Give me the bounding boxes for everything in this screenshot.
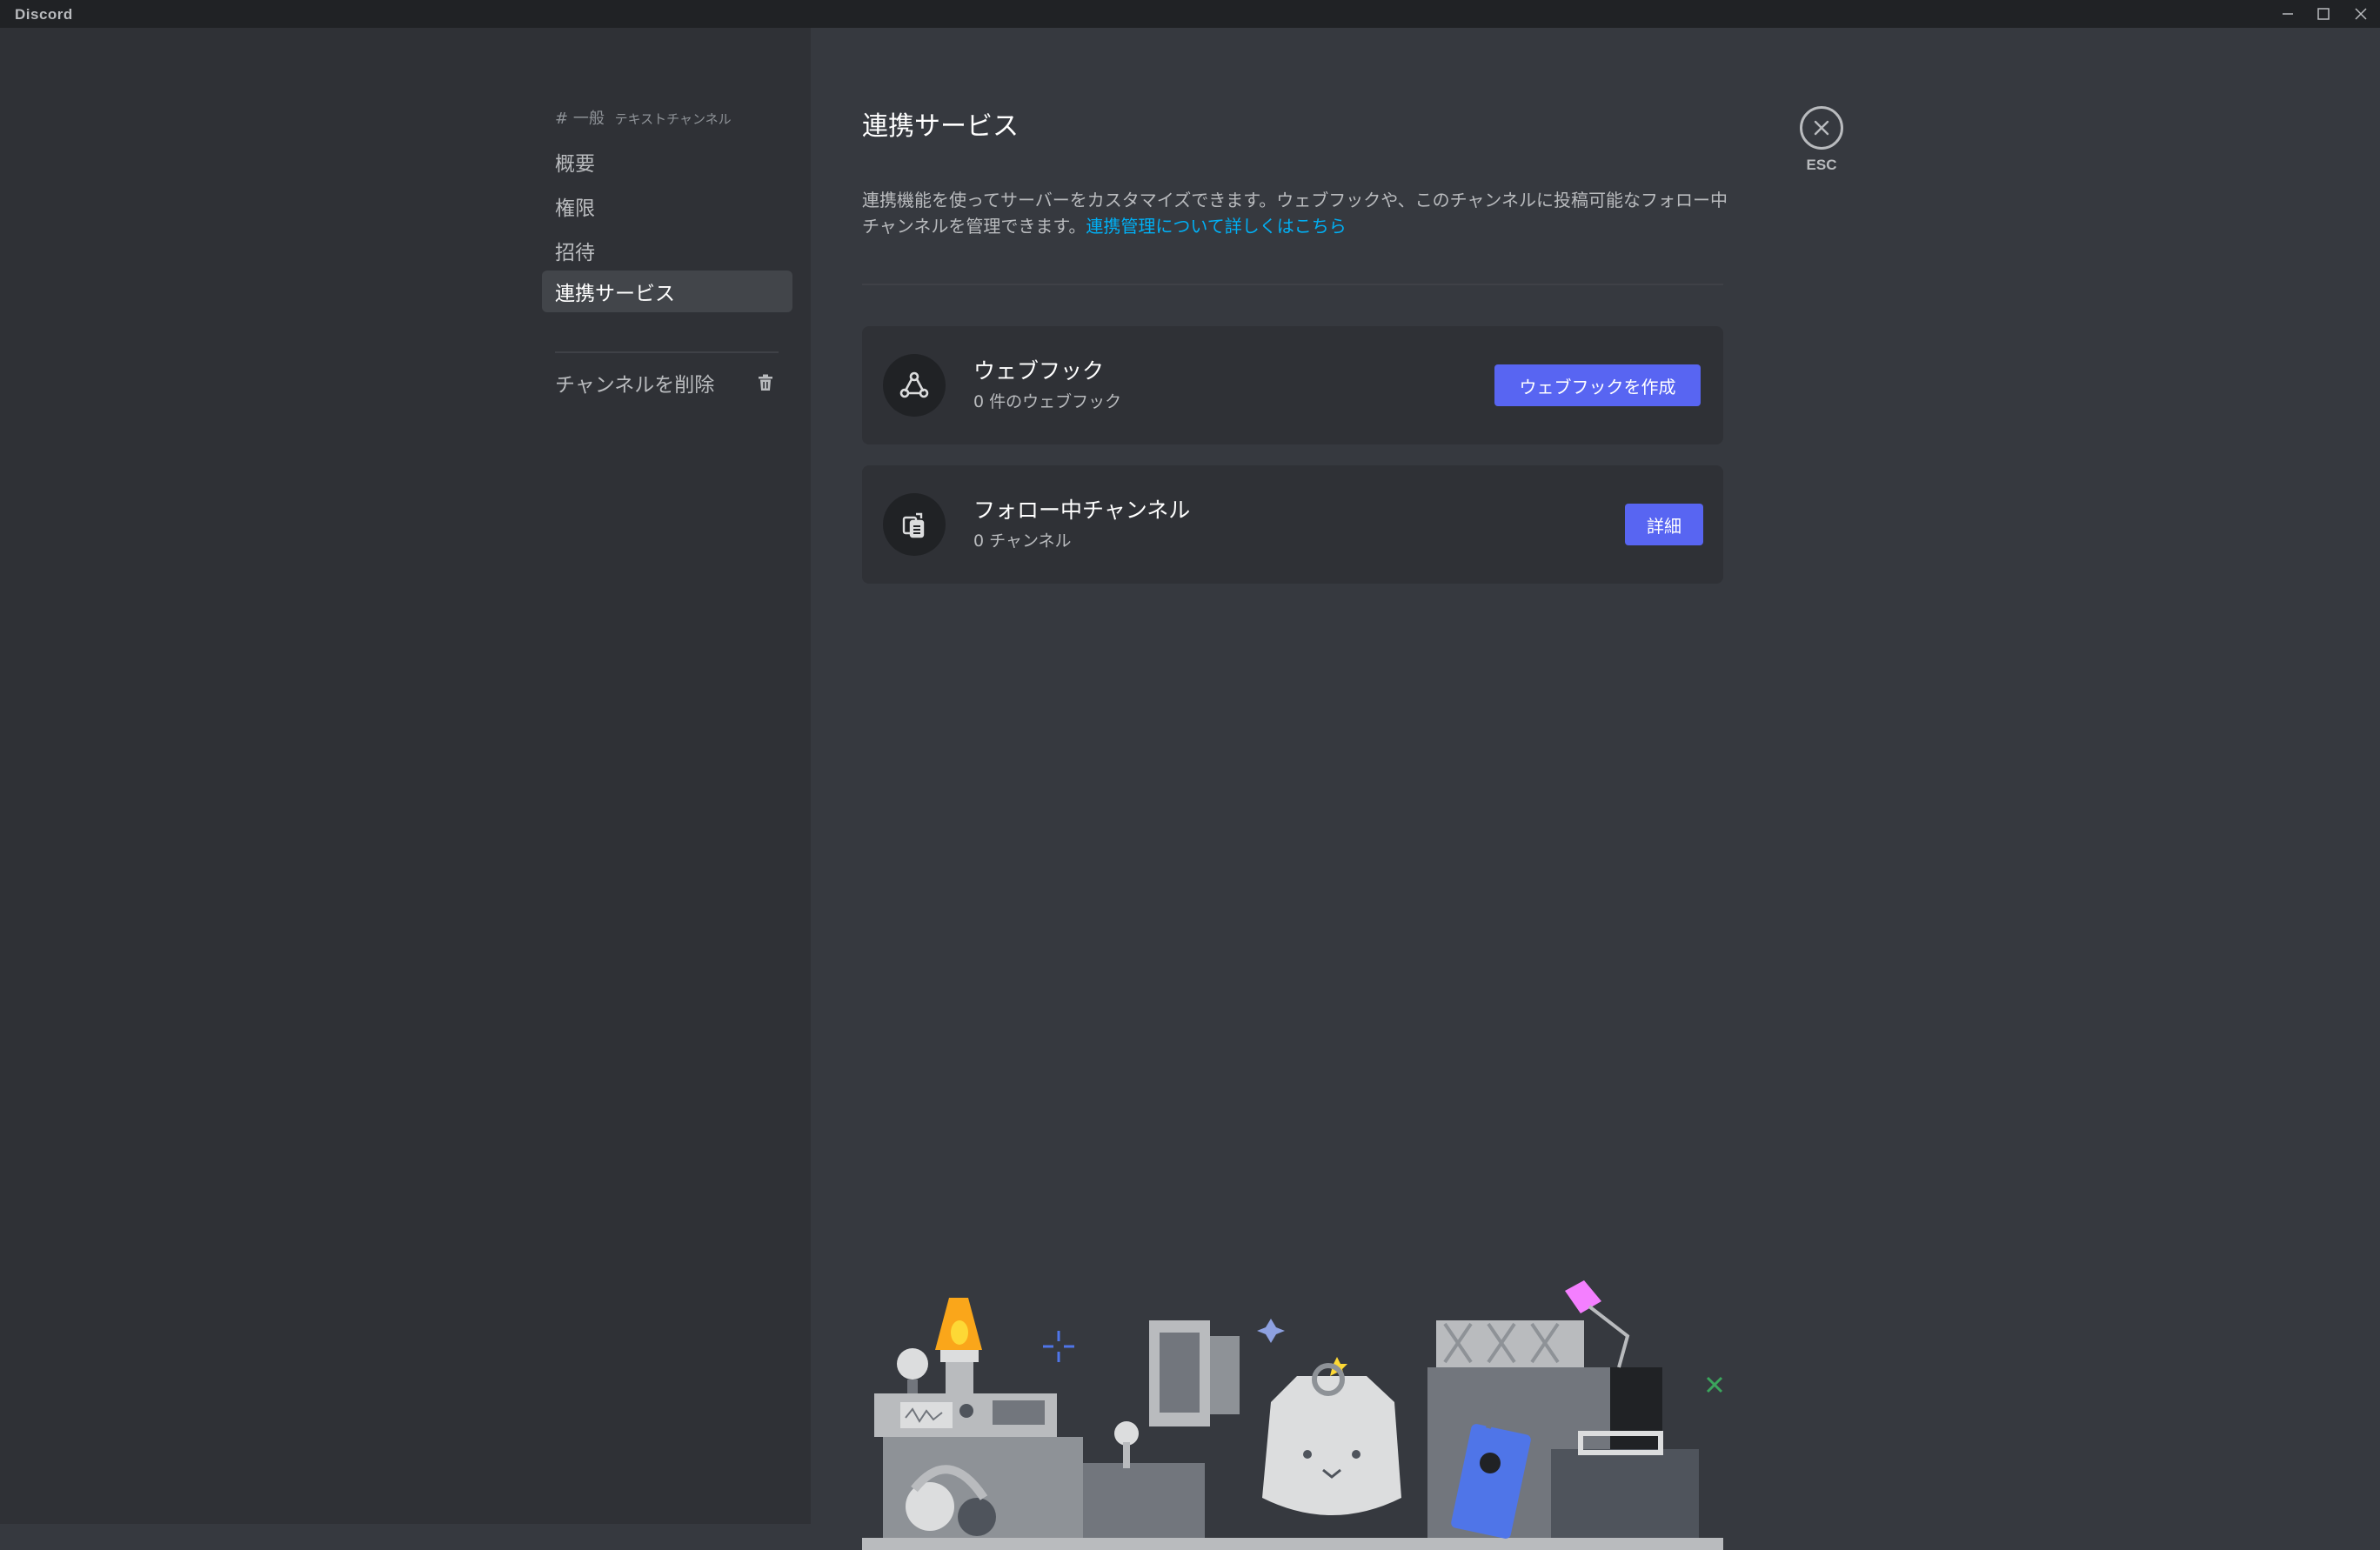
close-settings-button[interactable] (1800, 106, 1843, 150)
settings-sidebar: # 一般 テキストチャンネル 概要 権限 招待 連携サービス チャンネルを削除 (0, 28, 811, 1524)
channel-category: テキストチャンネル (614, 111, 732, 127)
webhook-card: ウェブフック 0 件のウェブフック ウェブフックを作成 (862, 326, 1723, 444)
following-channel-icon (883, 493, 946, 556)
minimize-button[interactable] (2270, 0, 2305, 28)
close-icon (2355, 8, 2367, 20)
following-channels-count: 0 チャンネル (973, 531, 1072, 551)
sidebar-item-label: 概要 (555, 153, 595, 176)
page-title: 連携サービス (862, 111, 1019, 142)
delete-channel-label: チャンネルを削除 (555, 374, 715, 397)
close-window-button[interactable] (2343, 0, 2378, 28)
close-icon (1814, 120, 1829, 136)
delete-channel-button[interactable]: チャンネルを削除 (542, 362, 792, 404)
create-webhook-button[interactable]: ウェブフックを作成 (1494, 364, 1701, 406)
app-title: Discord (15, 6, 73, 23)
maximize-icon (2317, 8, 2330, 20)
close-settings[interactable]: ESC (1775, 106, 1869, 174)
title-bar: Discord (0, 0, 2380, 28)
channel-name: 一般 (572, 110, 605, 128)
learn-more-link[interactable]: 連携管理について詳しくはこちら (1086, 216, 1346, 237)
minimize-icon (2283, 13, 2293, 15)
settings-content: 連携サービス 連携機能を使ってサーバーをカスタマイズできます。ウェブフックや、こ… (811, 28, 2380, 1550)
sidebar-divider (555, 351, 779, 353)
channel-hash: # (555, 110, 569, 128)
webhook-title: ウェブフック (973, 358, 1105, 384)
following-details-button[interactable]: 詳細 (1625, 504, 1703, 545)
sidebar-item-permissions[interactable]: 権限 (542, 185, 792, 227)
following-channels-card: フォロー中チャンネル 0 チャンネル 詳細 (862, 465, 1723, 584)
sidebar-item-label: 連携サービス (555, 283, 675, 305)
maximize-button[interactable] (2306, 0, 2341, 28)
following-channels-title: フォロー中チャンネル (973, 498, 1191, 523)
webhook-count: 0 件のウェブフック (973, 392, 1122, 411)
page-description: 連携機能を使ってサーバーをカスタマイズできます。ウェブフックや、このチャンネルに… (862, 187, 1732, 239)
empty-state-illustration (862, 1280, 1723, 1550)
sidebar-item-overview[interactable]: 概要 (542, 141, 792, 183)
channel-header: # 一般 テキストチャンネル (555, 106, 732, 129)
trash-icon (759, 374, 772, 391)
sidebar-item-integrations[interactable]: 連携サービス (542, 271, 792, 312)
esc-label: ESC (1806, 157, 1837, 173)
content-divider (862, 284, 1723, 285)
webhook-icon (883, 354, 946, 417)
sidebar-item-invites[interactable]: 招待 (542, 230, 792, 271)
sidebar-item-label: 招待 (555, 242, 595, 264)
sidebar-item-label: 権限 (555, 197, 595, 220)
